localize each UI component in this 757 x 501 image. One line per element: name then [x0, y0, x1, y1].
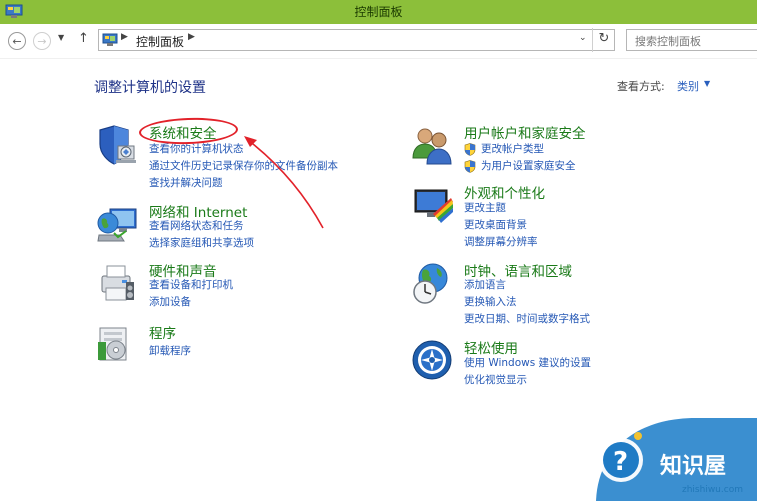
category-programs: 程序 卸载程序 — [96, 324, 396, 369]
category-link[interactable]: 添加语言 — [464, 277, 590, 294]
arrow-up-icon: ↑ — [78, 31, 89, 46]
back-button[interactable]: ← — [8, 32, 26, 50]
category-link[interactable]: 为用户设置家庭安全 — [464, 158, 576, 175]
category-links: 查看设备和打印机 添加设备 — [149, 277, 233, 311]
globe-clock-icon[interactable] — [411, 262, 455, 306]
address-bar[interactable]: ▶ 控制面板 ▶ ⌄ — [98, 29, 615, 51]
uac-shield-icon — [464, 143, 476, 156]
category-link[interactable]: 查看网络状态和任务 — [149, 218, 254, 235]
svg-text:?: ? — [613, 447, 628, 477]
category-link[interactable]: 添加设备 — [149, 294, 233, 311]
up-button[interactable]: ↑ — [78, 31, 89, 46]
uac-shield-icon — [464, 160, 476, 173]
chevron-down-icon[interactable]: ▼ — [704, 79, 710, 88]
ease-of-access-icon[interactable] — [411, 339, 453, 381]
category-link[interactable]: 更改主题 — [464, 200, 538, 217]
category-title[interactable]: 外观和个性化 — [464, 182, 545, 202]
category-links: 使用 Windows 建议的设置 优化视觉显示 — [464, 355, 591, 389]
address-history-chevron-down-icon[interactable]: ⌄ — [579, 33, 587, 43]
category-link[interactable]: 优化视觉显示 — [464, 372, 591, 389]
category-link-label: 为用户设置家庭安全 — [481, 160, 576, 172]
category-link[interactable]: 调整屏幕分辨率 — [464, 234, 538, 251]
breadcrumb-separator-icon[interactable]: ▶ — [188, 32, 195, 42]
category-link[interactable]: 更改帐户类型 — [464, 141, 576, 158]
category-link[interactable]: 查看设备和打印机 — [149, 277, 233, 294]
refresh-button[interactable]: ↻ — [592, 28, 615, 52]
monitor-paint-icon[interactable] — [411, 184, 455, 226]
category-links: 添加语言 更换输入法 更改日期、时间或数字格式 — [464, 277, 590, 328]
category-links: 卸载程序 — [149, 343, 191, 360]
category-link[interactable]: 卸载程序 — [149, 343, 191, 360]
recent-locations-chevron-down-icon[interactable]: ▼ — [58, 33, 64, 42]
forward-button[interactable]: → — [33, 32, 51, 50]
control-panel-icon — [102, 33, 118, 46]
shield-computer-icon[interactable] — [96, 124, 138, 168]
category-links: 更改主题 更改桌面背景 调整屏幕分辨率 — [464, 200, 538, 251]
search-input[interactable] — [633, 31, 747, 52]
category-title[interactable]: 程序 — [149, 322, 176, 342]
navigation-bar: ← → ▼ ↑ ▶ 控制面板 ▶ ⌄ ↻ — [0, 24, 757, 59]
category-link[interactable]: 更换输入法 — [464, 294, 590, 311]
breadcrumb-control-panel[interactable]: 控制面板 — [136, 33, 184, 50]
category-link[interactable]: 通过文件历史记录保存你的文件备份副本 — [149, 158, 338, 175]
page-heading: 调整计算机的设置 — [94, 80, 206, 96]
view-by-label: 查看方式: — [617, 80, 665, 93]
category-link[interactable]: 选择家庭组和共享选项 — [149, 235, 254, 252]
category-hardware-sound: 硬件和声音 查看设备和打印机 添加设备 — [96, 262, 396, 317]
programs-box-icon[interactable] — [96, 324, 134, 364]
category-link[interactable]: 使用 Windows 建议的设置 — [464, 355, 591, 372]
category-user-accounts: 用户帐户和家庭安全 更改帐户类型 为用户设置家庭安全 — [411, 124, 711, 179]
category-links: 查看你的计算机状态 通过文件历史记录保存你的文件备份副本 查找并解决问题 — [149, 141, 338, 192]
category-links: 更改帐户类型 为用户设置家庭安全 — [464, 141, 576, 175]
category-link[interactable]: 更改桌面背景 — [464, 217, 538, 234]
category-link-label: 更改帐户类型 — [481, 143, 544, 155]
category-appearance: 外观和个性化 更改主题 更改桌面背景 调整屏幕分辨率 — [411, 184, 711, 254]
category-links: 查看网络状态和任务 选择家庭组和共享选项 — [149, 218, 254, 252]
window-title: 控制面板 — [354, 5, 403, 19]
category-link[interactable]: 更改日期、时间或数字格式 — [464, 311, 590, 328]
category-ease-of-access: 轻松使用 使用 Windows 建议的设置 优化视觉显示 — [411, 339, 711, 394]
category-title[interactable]: 轻松使用 — [464, 337, 518, 357]
arrow-left-icon: ← — [12, 35, 22, 48]
view-by-dropdown[interactable]: 类别 — [677, 78, 699, 94]
search-box[interactable] — [626, 29, 757, 52]
network-globe-icon[interactable] — [96, 203, 138, 245]
category-title[interactable]: 用户帐户和家庭安全 — [464, 122, 586, 142]
refresh-icon: ↻ — [598, 31, 610, 46]
category-link[interactable]: 查找并解决问题 — [149, 175, 338, 192]
watermark-url: zhishiwu.com — [682, 485, 743, 495]
printer-icon[interactable] — [96, 262, 138, 304]
breadcrumb-separator-icon[interactable]: ▶ — [121, 32, 128, 42]
category-network-internet: 网络和 Internet 查看网络状态和任务 选择家庭组和共享选项 — [96, 203, 396, 258]
users-icon[interactable] — [411, 124, 455, 168]
watermark-brand: 知识屋 — [660, 454, 727, 479]
category-clock-language-region: 时钟、语言和区域 添加语言 更换输入法 更改日期、时间或数字格式 — [411, 262, 711, 332]
arrow-right-icon: → — [37, 35, 47, 48]
